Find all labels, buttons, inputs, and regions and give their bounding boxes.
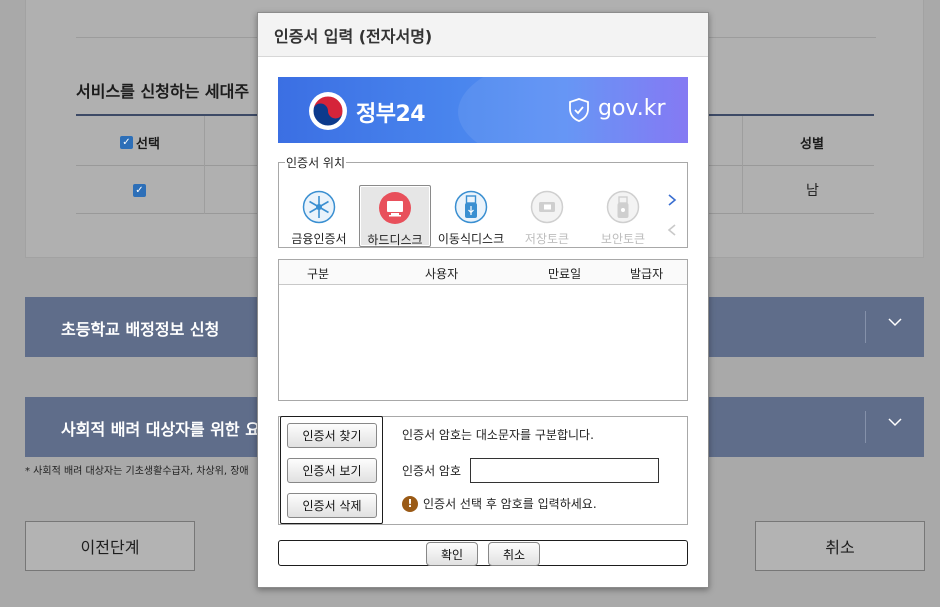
usb-icon <box>454 190 488 224</box>
dialog-title: 인증서 입력 (전자서명) <box>258 13 708 57</box>
footnote: * 사회적 배려 대상자는 기초생활수급자, 차상위, 장애 <box>25 466 249 477</box>
brand-name: 정부24 <box>356 102 426 127</box>
location-label: 하드디스크 <box>367 233 423 247</box>
warning-message: ! 인증서 선택 후 암호를 입력하세요. <box>402 495 597 512</box>
column-divider <box>742 116 743 214</box>
hard-disk-icon <box>379 192 411 224</box>
location-storage-token: 저장토큰 <box>511 185 583 247</box>
cert-action-buttons: 인증서 찾기 인증서 보기 인증서 삭제 <box>280 416 383 524</box>
storage-token-icon <box>530 190 564 224</box>
certificate-dialog: 인증서 입력 (전자서명) 정부24 gov.kr 인증서 위치 금융인증서 하… <box>257 12 709 588</box>
row-checkbox[interactable]: ✓ <box>133 184 146 197</box>
certificate-list-header: 구분 사용자 만료일 발급자 <box>279 260 687 285</box>
location-hard-disk[interactable]: 하드디스크 <box>359 185 431 247</box>
col-expiry-header: 만료일 <box>548 267 582 281</box>
chevron-left-icon[interactable] <box>665 223 679 237</box>
column-divider <box>204 116 205 214</box>
gov24-banner: 정부24 gov.kr <box>278 77 688 143</box>
col-type-header: 구분 <box>307 267 330 281</box>
chevron-down-icon[interactable] <box>887 414 903 430</box>
delete-cert-button[interactable]: 인증서 삭제 <box>287 493 377 518</box>
financial-cert-icon <box>302 190 336 224</box>
accordion-title: 초등학교 배정정보 신청 <box>61 320 220 339</box>
checkbox-checked-icon[interactable]: ✓ <box>120 136 133 149</box>
password-area: 인증서 찾기 인증서 보기 인증서 삭제 인증서 암호는 대소문자를 구분합니다… <box>278 416 688 525</box>
taegeuk-emblem-icon <box>309 92 347 130</box>
col-issuer-header: 발급자 <box>630 267 664 281</box>
divider <box>865 411 866 443</box>
shield-check-icon <box>569 98 589 122</box>
certificate-list[interactable]: 구분 사용자 만료일 발급자 <box>278 259 688 401</box>
confirm-button[interactable]: 확인 <box>426 542 478 566</box>
password-label: 인증서 암호 <box>402 464 462 478</box>
page-cancel-button[interactable]: 취소 <box>755 521 925 571</box>
find-cert-button[interactable]: 인증서 찾기 <box>287 423 377 448</box>
col-user-header: 사용자 <box>425 267 459 281</box>
location-security-token: 보안토큰 <box>587 185 659 247</box>
select-header-label: 선택 <box>136 137 160 152</box>
divider <box>865 311 866 343</box>
warning-text: 인증서 선택 후 암호를 입력하세요. <box>423 497 597 511</box>
cancel-button[interactable]: 취소 <box>488 542 540 566</box>
location-label: 보안토큰 <box>600 232 646 246</box>
cert-location-legend: 인증서 위치 <box>286 156 346 170</box>
cert-location-group: 인증서 위치 금융인증서 하드디스크 이동식디스크 저장토큰 보안토큰 <box>278 154 688 248</box>
location-label: 금융인증서 <box>291 232 347 246</box>
prev-step-button[interactable]: 이전단계 <box>25 521 195 571</box>
dialog-footer: 확인 취소 <box>278 540 688 566</box>
accordion-title: 사회적 배려 대상자를 위한 요 <box>61 420 260 439</box>
gender-value: 남 <box>806 183 819 199</box>
view-cert-button[interactable]: 인증서 보기 <box>287 458 377 483</box>
location-removable-disk[interactable]: 이동식디스크 <box>435 185 507 247</box>
exclamation-icon: ! <box>402 495 418 512</box>
gender-header: 성별 <box>800 137 824 152</box>
location-label: 이동식디스크 <box>437 232 505 246</box>
location-financial-cert[interactable]: 금융인증서 <box>283 185 355 247</box>
select-all-header[interactable]: ✓ 선택 <box>120 133 160 152</box>
case-sensitive-hint: 인증서 암호는 대소문자를 구분합니다. <box>402 428 594 442</box>
password-input[interactable] <box>470 458 659 483</box>
section-title: 서비스를 신청하는 세대주 <box>76 82 250 101</box>
security-token-icon <box>606 190 640 224</box>
chevron-down-icon[interactable] <box>887 314 903 330</box>
chevron-right-icon[interactable] <box>665 193 679 207</box>
domain-label: gov.kr <box>598 96 666 121</box>
location-label: 저장토큰 <box>524 232 570 246</box>
